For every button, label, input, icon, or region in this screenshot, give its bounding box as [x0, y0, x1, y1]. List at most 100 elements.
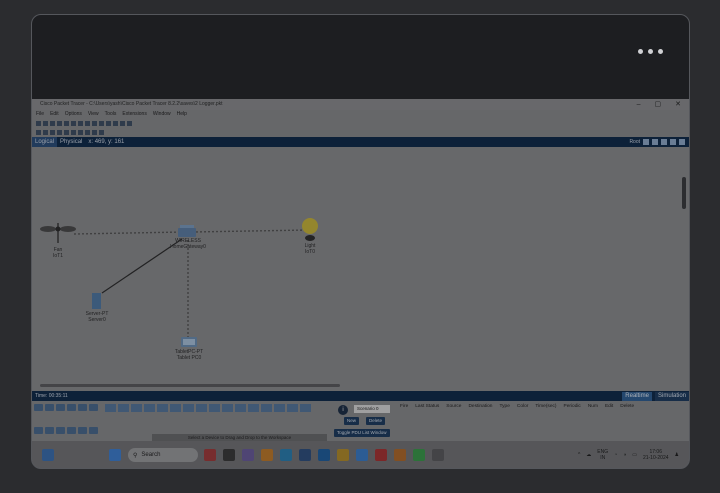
undo-icon[interactable] [85, 121, 90, 126]
clock[interactable]: 17:06 21-10-2024 [643, 449, 669, 461]
set-tiled-background-icon[interactable] [670, 139, 676, 145]
app-icon-other[interactable] [432, 449, 444, 461]
draw-line-icon[interactable] [71, 130, 76, 135]
zoom-in-icon[interactable] [99, 121, 104, 126]
copy-icon[interactable] [71, 121, 76, 126]
device-item[interactable] [209, 404, 220, 412]
device-item[interactable] [196, 404, 207, 412]
delete-scenario-button[interactable]: Delete [366, 417, 386, 425]
draw-ellipse-icon[interactable] [85, 130, 90, 135]
device-item[interactable] [222, 404, 233, 412]
menu-tools[interactable]: Tools [105, 110, 117, 119]
device-item[interactable] [183, 404, 194, 412]
horizontal-scrollbar[interactable] [40, 384, 340, 387]
resize-icon[interactable] [57, 130, 62, 135]
new-cluster-icon[interactable] [652, 139, 658, 145]
category-item[interactable] [89, 427, 98, 434]
category-item[interactable] [78, 427, 87, 434]
viewport-icon[interactable] [679, 139, 685, 145]
device-item[interactable] [131, 404, 142, 412]
device-item[interactable] [235, 404, 246, 412]
add-simple-pdu-icon[interactable] [92, 130, 97, 135]
category-network-devices[interactable] [34, 404, 43, 411]
menu-extensions[interactable]: Extensions [122, 110, 146, 119]
category-item[interactable] [34, 427, 43, 434]
device-item[interactable] [118, 404, 129, 412]
menu-edit[interactable]: Edit [50, 110, 59, 119]
app-icon-teams[interactable] [242, 449, 254, 461]
note-icon[interactable] [64, 130, 69, 135]
app-icon-edge[interactable] [280, 449, 292, 461]
app-icon-store[interactable] [299, 449, 311, 461]
start-icon[interactable] [109, 449, 121, 461]
device-item[interactable] [157, 404, 168, 412]
move-object-icon[interactable] [661, 139, 667, 145]
menu-view[interactable]: View [88, 110, 99, 119]
menu-window[interactable]: Window [153, 110, 171, 119]
notification-bell-icon[interactable]: ♟ [675, 452, 679, 458]
app-icon-mcafee[interactable] [375, 449, 387, 461]
chevron-up-icon[interactable]: ^ [578, 452, 580, 458]
simulation-mode-button[interactable]: Simulation [654, 391, 689, 401]
device-item[interactable] [144, 404, 155, 412]
device-item[interactable] [170, 404, 181, 412]
menu-file[interactable]: File [36, 110, 44, 119]
open-icon[interactable] [43, 121, 48, 126]
cloud-icon[interactable]: ☁ [586, 452, 591, 458]
scenario-select[interactable]: Scenario 0 [354, 405, 390, 413]
app-icon-task-view[interactable] [223, 449, 235, 461]
app-icon-explorer[interactable] [337, 449, 349, 461]
category-components[interactable] [56, 404, 65, 411]
vertical-scrollbar[interactable] [682, 177, 686, 209]
close-button[interactable]: ✕ [675, 99, 681, 110]
paste-icon[interactable] [78, 121, 83, 126]
info-icon[interactable]: i [338, 405, 348, 415]
category-item[interactable] [67, 427, 76, 434]
print-icon[interactable] [57, 121, 62, 126]
realtime-mode-button[interactable]: Realtime [622, 391, 652, 401]
category-connections[interactable] [67, 404, 76, 411]
taskbar-search[interactable]: ⚲ Search [128, 448, 198, 462]
volume-icon[interactable]: ◑ [623, 452, 626, 458]
redo-icon[interactable] [92, 121, 97, 126]
custom-device-icon[interactable] [127, 121, 132, 126]
device-item[interactable] [105, 404, 116, 412]
wifi-icon[interactable]: ◔ [614, 452, 617, 458]
logical-workspace[interactable]: Fan IoT1 WIRELESS HomeGateway0 Light IoT… [32, 147, 689, 391]
more-options-icon[interactable] [638, 49, 663, 54]
category-end-devices[interactable] [45, 404, 54, 411]
tab-physical[interactable]: Physical [57, 137, 85, 147]
app-icon-chrome[interactable] [394, 449, 406, 461]
menu-options[interactable]: Options [65, 110, 82, 119]
device-item[interactable] [287, 404, 298, 412]
toggle-pdu-list-button[interactable]: Toggle PDU List Window [334, 429, 390, 437]
delete-icon[interactable] [50, 130, 55, 135]
widgets-icon[interactable] [42, 449, 54, 461]
zoom-out-icon[interactable] [113, 121, 118, 126]
wizard-icon[interactable] [64, 121, 69, 126]
category-misc[interactable] [78, 404, 87, 411]
battery-icon[interactable]: ▭ [632, 452, 637, 458]
inspect-icon[interactable] [43, 130, 48, 135]
maximize-button[interactable]: ▢ [655, 99, 662, 110]
category-item[interactable] [45, 427, 54, 434]
device-item[interactable] [248, 404, 259, 412]
new-icon[interactable] [36, 121, 41, 126]
app-icon-packet-tracer[interactable] [356, 449, 368, 461]
minimize-button[interactable]: – [637, 99, 641, 110]
app-icon-whatsapp[interactable] [413, 449, 425, 461]
device-item[interactable] [274, 404, 285, 412]
zoom-reset-icon[interactable] [106, 121, 111, 126]
device-item[interactable] [300, 404, 311, 412]
language-indicator[interactable]: ENG IN [597, 449, 608, 461]
app-icon-chrome-alt[interactable] [261, 449, 273, 461]
add-complex-pdu-icon[interactable] [99, 130, 104, 135]
new-scenario-button[interactable]: New [344, 417, 360, 425]
draw-rectangle-icon[interactable] [78, 130, 83, 135]
app-icon-pen[interactable] [204, 449, 216, 461]
category-multiuser[interactable] [89, 404, 98, 411]
category-item[interactable] [56, 427, 65, 434]
menu-help[interactable]: Help [177, 110, 187, 119]
save-icon[interactable] [50, 121, 55, 126]
tab-logical[interactable]: Logical [32, 137, 58, 147]
